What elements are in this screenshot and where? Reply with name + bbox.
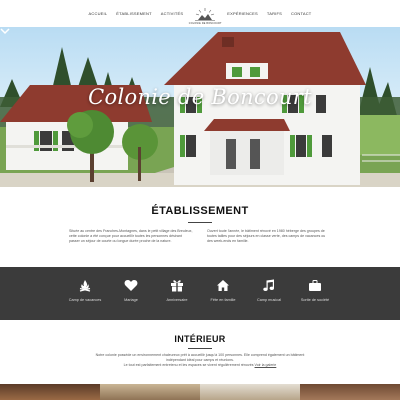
gallery-photo[interactable] (0, 384, 100, 400)
section-title-etablissement: ÉTABLISSEMENT (151, 205, 249, 217)
campfire-icon (78, 279, 92, 292)
section-divider (188, 222, 212, 223)
feature-sortie-de-societe[interactable]: Sortie de société (292, 279, 338, 303)
nav-link-activites[interactable]: ACTIVITÉS (161, 11, 183, 16)
feature-label: Mariage (124, 298, 138, 302)
music-note-icon (262, 279, 276, 292)
feature-label: Sortie de société (300, 298, 330, 302)
gallery-photo[interactable] (100, 384, 200, 400)
nav-left-group: ACCUEIL ÉTABLISSEMENT ACTIVITÉS (89, 11, 184, 16)
feature-mariage[interactable]: Mariage (108, 279, 154, 303)
feature-label: Anniversaire (166, 298, 188, 302)
logo-text: COLONIE DE BONCOURT (188, 21, 222, 25)
scroll-down-chevron-icon[interactable] (0, 27, 10, 35)
features-band: Camp de vacances Mariage Anniversaire Fê… (0, 267, 400, 320)
house-icon (216, 279, 230, 292)
gallery-photo[interactable] (200, 384, 300, 400)
nav-link-etablissement[interactable]: ÉTABLISSEMENT (116, 11, 151, 16)
interieur-text: Notre colonie possède un environnement c… (88, 353, 312, 369)
feature-fete-en-famille[interactable]: Fête en famille (200, 279, 246, 303)
site-logo[interactable]: COLONIE DE BONCOURT (189, 3, 221, 25)
interieur-paragraph: Notre colonie possède un environnement c… (95, 353, 305, 363)
interior-gallery (0, 384, 400, 400)
hero-banner: Colonie de Boncourt (0, 27, 400, 187)
gallery-link[interactable]: Voir la galerie (255, 363, 277, 367)
hero-title: Colonie de Boncourt (88, 85, 312, 109)
section-title-interieur: INTÉRIEUR (174, 334, 226, 344)
feature-camp-de-vacances[interactable]: Camp de vacances (62, 279, 108, 303)
feature-label: Camp de vacances (68, 298, 102, 302)
etablissement-text-right: Ouvert toute l'année, le bâtiment rénové… (207, 229, 326, 244)
nav-link-tarifs[interactable]: TARIFS (267, 11, 282, 16)
briefcase-icon (308, 279, 322, 292)
nav-link-accueil[interactable]: ACCUEIL (89, 11, 108, 16)
feature-label: Camp musical (256, 298, 282, 302)
feature-camp-musical[interactable]: Camp musical (246, 279, 292, 303)
section-divider (188, 348, 212, 349)
heart-icon (124, 279, 138, 292)
interieur-paragraph-2: Le tout est parfaitement entretenu et le… (123, 363, 254, 368)
top-navigation: ACCUEIL ÉTABLISSEMENT ACTIVITÉS COLONIE … (0, 0, 400, 27)
etablissement-text-left: Située au centre des Franches-Montagnes,… (69, 229, 193, 244)
nav-link-contact[interactable]: CONTACT (291, 11, 311, 16)
logo-sun-icon (195, 7, 216, 21)
feature-label: Fête en famille (210, 298, 236, 302)
nav-link-experiences[interactable]: EXPÉRIENCES (227, 11, 258, 16)
nav-right-group: EXPÉRIENCES TARIFS CONTACT (227, 11, 311, 16)
feature-anniversaire[interactable]: Anniversaire (154, 279, 200, 303)
gift-icon (170, 279, 184, 292)
gallery-photo[interactable] (300, 384, 400, 400)
